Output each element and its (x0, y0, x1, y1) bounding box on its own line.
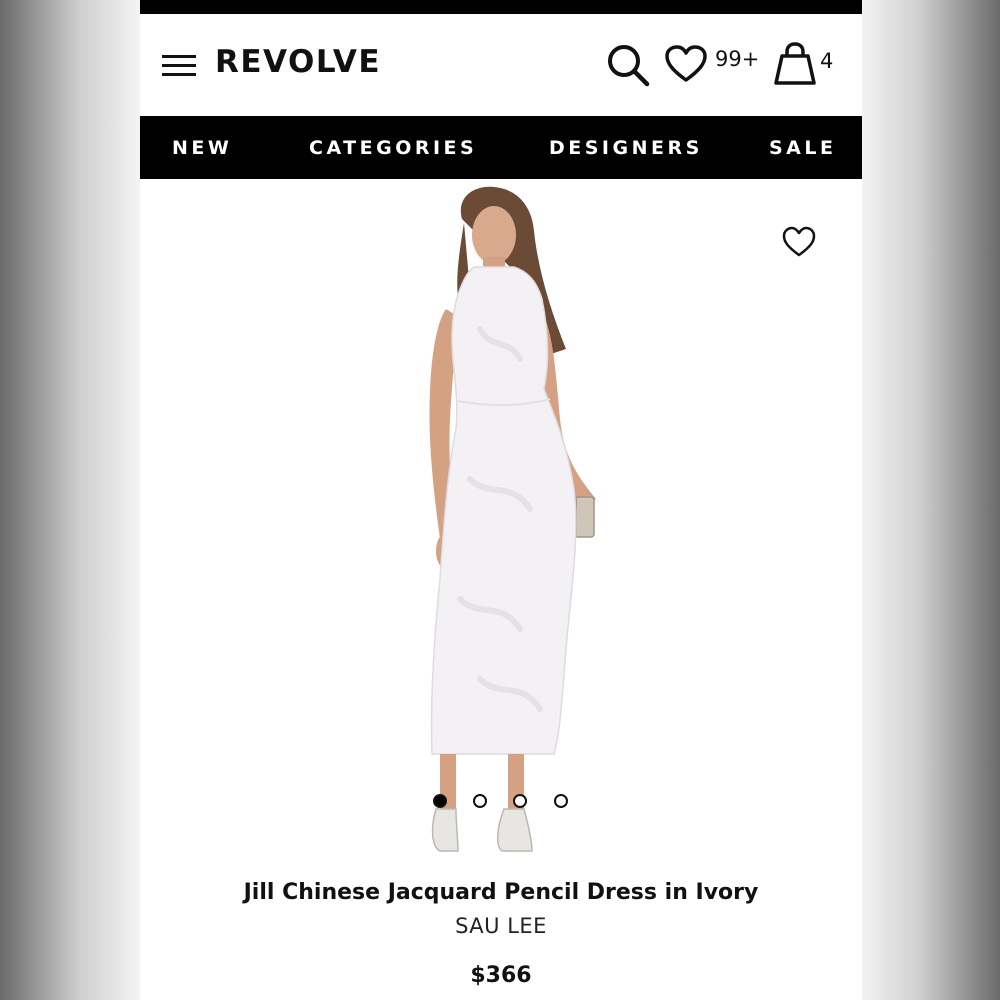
search-icon[interactable] (605, 42, 651, 88)
brand-logo[interactable]: REVOLVE (215, 44, 381, 80)
carousel-dot-2[interactable] (473, 794, 487, 808)
wishlist-count: 99+ (715, 47, 760, 71)
carousel-dot-3[interactable] (513, 794, 527, 808)
carousel-dot-1[interactable] (433, 794, 447, 808)
product-designer[interactable]: SAU LEE (140, 914, 862, 938)
nav-item-sale[interactable]: SALE (769, 137, 836, 159)
main-nav: NEW CATEGORIES DESIGNERS SALE (140, 116, 862, 179)
carousel-indicators (433, 794, 573, 810)
site-header: REVOLVE 99+ 4 (140, 14, 862, 116)
product-title: Jill Chinese Jacquard Pencil Dress in Iv… (243, 880, 759, 905)
nav-item-new[interactable]: NEW (172, 137, 232, 159)
app-screen: REVOLVE 99+ 4 NEW CATEGORIES DESIGNERS S… (140, 0, 862, 1000)
product-photo (429, 186, 596, 852)
nav-item-designers[interactable]: DESIGNERS (549, 137, 703, 159)
favorite-heart-icon[interactable] (781, 226, 817, 258)
heart-icon[interactable] (664, 44, 708, 84)
product-image-carousel[interactable] (140, 179, 862, 869)
nav-item-categories[interactable]: CATEGORIES (309, 137, 477, 159)
menu-icon[interactable] (162, 55, 196, 77)
status-bar (140, 0, 862, 14)
bag-count: 4 (820, 49, 834, 73)
product-price: $366 (470, 963, 532, 988)
shopping-bag-icon[interactable] (773, 41, 817, 87)
carousel-dot-4[interactable] (554, 794, 568, 808)
